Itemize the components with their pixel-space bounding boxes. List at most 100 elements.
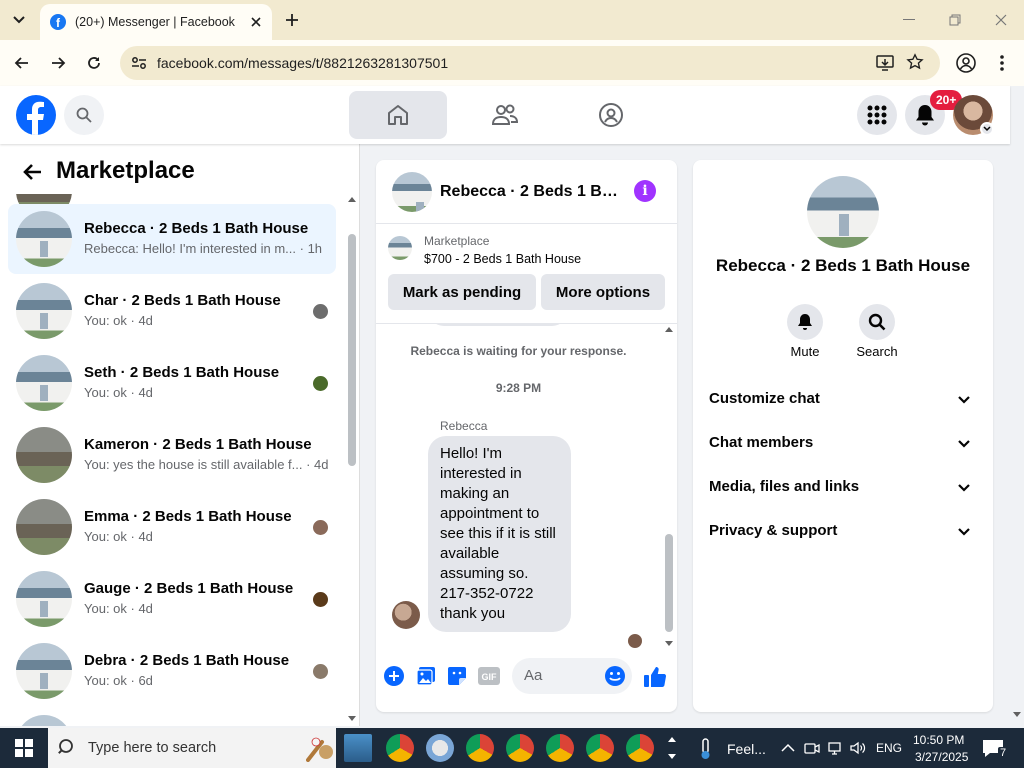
new-tab-icon[interactable] [282, 10, 302, 30]
browser-menu-icon[interactable] [992, 52, 1012, 74]
photo-gallery-icon[interactable] [415, 665, 437, 687]
customize-chat-section[interactable]: Customize chat [701, 378, 985, 422]
bookmark-star-icon[interactable] [906, 53, 926, 73]
browser-tab[interactable]: f (20+) Messenger | Facebook [40, 4, 272, 40]
browser-profile-icon[interactable] [955, 52, 977, 74]
privacy-support-section[interactable]: Privacy & support [701, 510, 985, 554]
listing-photo[interactable] [807, 176, 879, 248]
thermometer-weather-icon[interactable] [698, 738, 714, 760]
reload-icon[interactable] [82, 51, 106, 75]
clock-date[interactable]: 3/27/2025 [915, 750, 968, 764]
windows-taskbar: Type here to search Feel... ENG 10:50 PM… [0, 728, 1024, 768]
network-icon[interactable] [828, 740, 844, 756]
restore-icon[interactable] [940, 8, 970, 32]
thread-scrollbar[interactable] [661, 324, 677, 652]
chat-name: Debra · 2 Beds 1 Bath House [84, 652, 290, 669]
chat-thumbnail [16, 499, 72, 555]
mark-as-pending-button[interactable]: Mark as pending [388, 274, 536, 310]
svg-text:GIF: GIF [482, 672, 498, 682]
conversation-title[interactable]: Rebecca · 2 Beds 1 Bath House [440, 183, 620, 201]
windows-start-icon[interactable] [0, 728, 48, 768]
sticker-icon[interactable] [446, 665, 468, 687]
scroll-down-arrow-icon[interactable] [1013, 712, 1021, 718]
chrome-taskbar-icon[interactable] [626, 734, 654, 762]
speaker-volume-icon[interactable] [850, 740, 866, 756]
clock-time[interactable]: 10:50 PM [913, 733, 964, 747]
list-item[interactable]: Char · 2 Beds 1 Bath House You: ok · 4d [8, 276, 336, 346]
taskbar-app-icon[interactable] [344, 734, 372, 762]
chrome-taskbar-icon[interactable] [506, 734, 534, 762]
list-item[interactable]: Emma · 2 Beds 1 Bath House You: ok · 4d [8, 492, 336, 562]
sender-avatar[interactable] [392, 601, 420, 629]
nav-groups-tab[interactable] [562, 91, 660, 139]
chat-thumbnail[interactable] [392, 172, 432, 212]
chat-snippet: Rebecca: Hello! I'm interested in m... ·… [84, 241, 323, 256]
taskbar-app-icon[interactable] [426, 734, 454, 762]
scroll-down-arrow-icon[interactable] [348, 716, 356, 722]
chat-name: Char · 2 Beds 1 Bath House [84, 292, 281, 309]
nav-friends-tab[interactable] [456, 91, 554, 139]
forward-arrow-icon[interactable] [46, 51, 70, 75]
menu-grid-icon[interactable] [857, 95, 897, 135]
chevron-down-icon[interactable] [980, 122, 994, 136]
tab-search-chevron-icon[interactable] [6, 8, 32, 32]
list-item[interactable]: Kameron · 2 Beds 1 Bath House You: yes t… [8, 420, 336, 490]
list-item[interactable]: Debra · 2 Beds 1 Bath House You: ok · 6d [8, 636, 336, 706]
facebook-search-icon[interactable] [64, 95, 104, 135]
media-files-links-section[interactable]: Media, files and links [701, 466, 985, 510]
site-info-icon[interactable] [130, 54, 148, 72]
sidebar-title: Marketplace [56, 157, 195, 184]
nav-home-tab[interactable] [349, 91, 447, 139]
chrome-taskbar-icon[interactable] [466, 734, 494, 762]
close-window-icon[interactable] [986, 8, 1016, 32]
chrome-taskbar-icon[interactable] [386, 734, 414, 762]
message-thread: Rebecca is waiting for your response. 9:… [376, 324, 677, 652]
taskbar-scroll-arrows-icon[interactable] [668, 732, 676, 764]
search-icon [859, 304, 895, 340]
scroll-down-arrow-icon[interactable] [665, 641, 673, 647]
list-item[interactable]: Rebecca · 2 Beds 1 Bath House Rebecca: H… [8, 204, 336, 274]
emoji-icon[interactable] [604, 665, 626, 687]
scrollbar-thumb[interactable] [348, 234, 356, 466]
install-app-icon[interactable] [876, 54, 894, 72]
chrome-taskbar-icon[interactable] [546, 734, 574, 762]
list-item[interactable] [8, 708, 336, 726]
more-options-button[interactable]: More options [541, 274, 665, 310]
search-icon [58, 739, 73, 754]
back-arrow-icon[interactable] [10, 51, 34, 75]
listing-title[interactable]: $700 - 2 Beds 1 Bath House [424, 252, 581, 266]
plus-actions-icon[interactable] [383, 665, 405, 687]
taskbar-search-box[interactable]: Type here to search [48, 728, 336, 768]
input-language[interactable]: ENG [876, 741, 902, 755]
search-in-conversation-button[interactable]: Search [847, 304, 907, 359]
chat-thumbnail [16, 571, 72, 627]
show-hidden-icons-chevron-icon[interactable] [780, 740, 796, 756]
scroll-up-arrow-icon[interactable] [348, 196, 356, 202]
scroll-up-arrow-icon[interactable] [665, 326, 673, 332]
thumbs-up-icon[interactable] [643, 665, 667, 689]
facebook-logo-icon[interactable] [16, 95, 56, 135]
list-item[interactable]: Gauge · 2 Beds 1 Bath House You: ok · 4d [8, 564, 336, 634]
waiting-status-text: Rebecca is waiting for your response. [410, 344, 627, 358]
info-icon[interactable]: i [634, 180, 656, 202]
page-scrollbar[interactable] [1010, 86, 1024, 728]
chat-members-section[interactable]: Chat members [701, 422, 985, 466]
minimize-icon[interactable] [894, 8, 924, 32]
chrome-taskbar-icon[interactable] [586, 734, 614, 762]
close-tab-icon[interactable] [248, 14, 264, 30]
section-label: Privacy & support [709, 522, 838, 539]
taskbar-search-placeholder: Type here to search [88, 740, 217, 756]
address-bar[interactable]: facebook.com/messages/t/8821263281307501 [120, 46, 940, 80]
meet-now-icon[interactable] [804, 740, 820, 756]
url-text[interactable]: facebook.com/messages/t/8821263281307501 [157, 55, 448, 71]
message-bubble[interactable]: Hello! I'm interested in making an appoi… [428, 436, 571, 632]
scrollbar-thumb[interactable] [665, 534, 673, 632]
back-arrow-icon[interactable] [18, 158, 46, 186]
gif-icon[interactable]: GIF [478, 665, 500, 687]
mute-button[interactable]: Mute [775, 304, 835, 359]
weather-text[interactable]: Feel... [727, 741, 766, 757]
friends-icon [491, 104, 519, 125]
sidebar-scrollbar[interactable] [344, 194, 359, 726]
list-item[interactable]: Seth · 2 Beds 1 Bath House You: ok · 4d [8, 348, 336, 418]
listing-thumbnail[interactable] [388, 236, 412, 260]
